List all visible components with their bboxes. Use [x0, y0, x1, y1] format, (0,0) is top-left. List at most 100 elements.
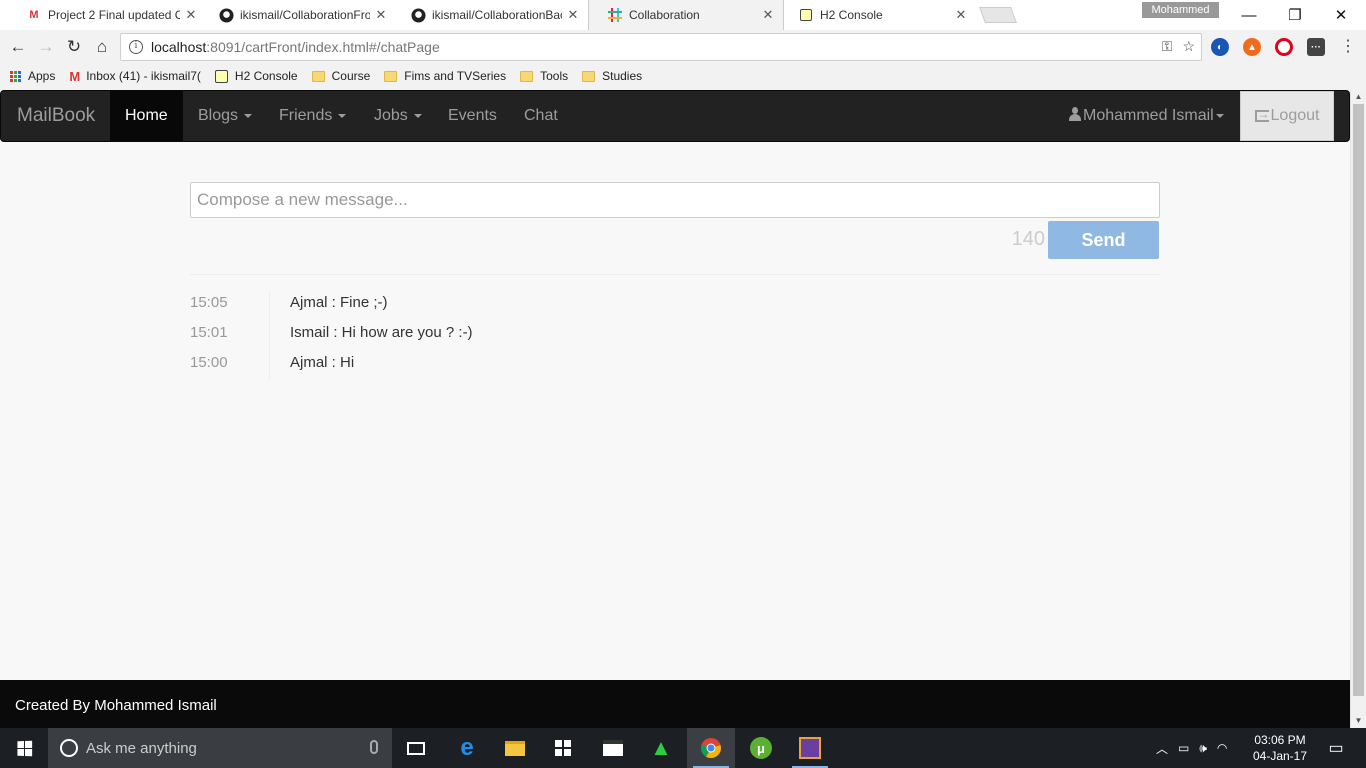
cortana-search-box[interactable]: Ask me anything [48, 728, 392, 768]
windows-logo-icon [16, 740, 32, 756]
logout-button[interactable]: Logout [1240, 91, 1334, 141]
minimize-icon[interactable]: — [1226, 0, 1272, 30]
message-text: Ajmal : Hi [290, 354, 355, 371]
send-button[interactable]: Send [1048, 221, 1159, 259]
clock-time: 03:06 PM [1254, 733, 1306, 747]
close-icon[interactable]: ✕ [184, 7, 198, 23]
clock-date: 04-Jan-17 [1252, 749, 1308, 763]
bookmark-star-icon[interactable]: ☆ [1182, 38, 1195, 55]
notifications-icon[interactable]: ▭ [1316, 728, 1356, 768]
start-button[interactable] [0, 728, 48, 768]
scrollbar-thumb[interactable] [1353, 104, 1364, 696]
store-icon[interactable] [539, 728, 587, 768]
bookmark-folder-course[interactable]: Course [311, 69, 371, 83]
extension-globe-icon[interactable]: ◐ [1211, 38, 1229, 56]
jar-app-icon[interactable] [786, 728, 834, 768]
tab-title: Project 2 Final updated C [48, 8, 180, 22]
tray-chevron-icon[interactable]: ︿ [1156, 740, 1168, 757]
edge-icon[interactable]: e [443, 728, 491, 768]
address-bar[interactable]: i localhost:8091/cartFront/index.html#/c… [120, 33, 1202, 61]
bookmark-folder-tools[interactable]: Tools [520, 69, 568, 83]
info-icon[interactable]: i [129, 40, 143, 54]
android-studio-icon[interactable]: ▲ [637, 728, 685, 768]
nav-friends[interactable]: Friends [264, 91, 361, 141]
gmail-icon: M [69, 68, 81, 84]
key-icon[interactable]: ⚿ [1162, 38, 1173, 55]
caret-down-icon [413, 113, 422, 118]
microphone-icon[interactable] [370, 740, 378, 754]
browser-tab-github-back[interactable]: ikismail/CollaborationBac ✕ [392, 0, 588, 30]
chrome-icon[interactable] [687, 728, 735, 768]
nav-jobs-label: Jobs [374, 107, 408, 124]
scroll-up-icon[interactable]: ▲ [1351, 90, 1366, 104]
nav-blogs-label: Blogs [198, 107, 239, 124]
nav-events[interactable]: Events [433, 91, 512, 141]
back-icon[interactable]: ← [5, 34, 31, 60]
bookmark-inbox[interactable]: M Inbox (41) - ikismail7( [69, 69, 201, 84]
h2-icon [214, 69, 228, 83]
reload-icon[interactable]: ↻ [61, 34, 87, 60]
new-tab-button[interactable] [979, 7, 1017, 23]
window-close-icon[interactable]: ✕ [1318, 0, 1364, 30]
restore-icon[interactable]: ❐ [1272, 0, 1318, 30]
brand-logo[interactable]: MailBook [17, 91, 95, 141]
bookmark-label: Course [331, 69, 371, 83]
utorrent-icon[interactable]: μ [737, 728, 785, 768]
scroll-down-icon[interactable]: ▼ [1351, 714, 1366, 728]
task-view-icon[interactable] [392, 728, 440, 768]
bookmark-label: Apps [28, 69, 56, 83]
message-item: 15:00 Ajmal : Hi [190, 350, 1160, 380]
volume-icon[interactable]: 🕪 [1199, 741, 1207, 756]
folder-icon [311, 70, 325, 82]
user-menu[interactable]: Mohammed Ismail [1054, 91, 1239, 141]
caret-down-icon [1215, 113, 1224, 118]
compose-message-input[interactable] [190, 182, 1160, 218]
tab-title: Collaboration [629, 8, 700, 22]
tab-title: H2 Console [820, 8, 883, 22]
divider [190, 274, 1160, 275]
taskbar-clock[interactable]: 03:06 PM 04-Jan-17 [1250, 732, 1310, 764]
nav-chat[interactable]: Chat [509, 91, 573, 141]
nav-blogs[interactable]: Blogs [183, 91, 267, 141]
bookmark-folder-studies[interactable]: Studies [582, 69, 642, 83]
extension-dots-icon[interactable]: ··· [1307, 38, 1325, 56]
extension-fire-icon[interactable]: ▲ [1243, 38, 1261, 56]
close-icon[interactable]: ✕ [566, 7, 580, 23]
url-host: localhost [151, 39, 207, 55]
nav-home[interactable]: Home [110, 91, 183, 141]
bookmark-label: Tools [540, 69, 569, 83]
forward-icon[interactable]: → [33, 34, 59, 60]
message-time: 15:05 [190, 294, 228, 311]
browser-tab-collaboration[interactable]: Collaboration ✕ [588, 0, 784, 30]
bookmark-h2-console[interactable]: H2 Console [214, 69, 298, 83]
bookmark-folder-films[interactable]: Fims and TVSeries [384, 69, 506, 83]
browser-menu-icon[interactable]: ⋮ [1340, 36, 1356, 56]
message-text: Ismail : Hi how are you ? :-) [290, 324, 473, 341]
logout-icon [1254, 107, 1270, 122]
message-item: 15:05 Ajmal : Fine ;-) [190, 290, 1160, 320]
media-player-icon[interactable] [589, 728, 637, 768]
nav-jobs[interactable]: Jobs [359, 91, 437, 141]
profile-badge[interactable]: Mohammed [1142, 2, 1219, 18]
app-navbar: MailBook Home Blogs Friends Jobs Events … [0, 90, 1350, 142]
file-explorer-icon[interactable] [491, 728, 539, 768]
home-icon[interactable]: ⌂ [89, 34, 115, 60]
search-placeholder: Ask me anything [86, 739, 197, 757]
close-icon[interactable]: ✕ [761, 7, 775, 23]
system-tray: ︿ ▭ 🕪 ◠ [1156, 728, 1227, 768]
message-time: 15:01 [190, 324, 228, 341]
folder-icon [582, 70, 596, 82]
close-icon[interactable]: ✕ [374, 7, 388, 23]
bookmark-apps[interactable]: Apps [10, 69, 55, 83]
wifi-icon[interactable]: ◠ [1217, 741, 1227, 755]
close-icon[interactable]: ✕ [954, 7, 968, 23]
caret-down-icon [338, 113, 347, 118]
logout-label: Logout [1270, 107, 1320, 124]
battery-icon[interactable]: ▭ [1178, 741, 1189, 755]
page-scrollbar[interactable]: ▲ ▼ [1350, 90, 1366, 728]
browser-tab-gmail[interactable]: M Project 2 Final updated C ✕ [8, 0, 206, 30]
extension-opera-icon[interactable] [1275, 38, 1293, 56]
browser-tab-strip: M Project 2 Final updated C ✕ ikismail/C… [0, 0, 1366, 30]
browser-tab-h2-console[interactable]: H2 Console ✕ [780, 0, 976, 30]
browser-tab-github-front[interactable]: ikismail/CollaborationFro ✕ [200, 0, 396, 30]
